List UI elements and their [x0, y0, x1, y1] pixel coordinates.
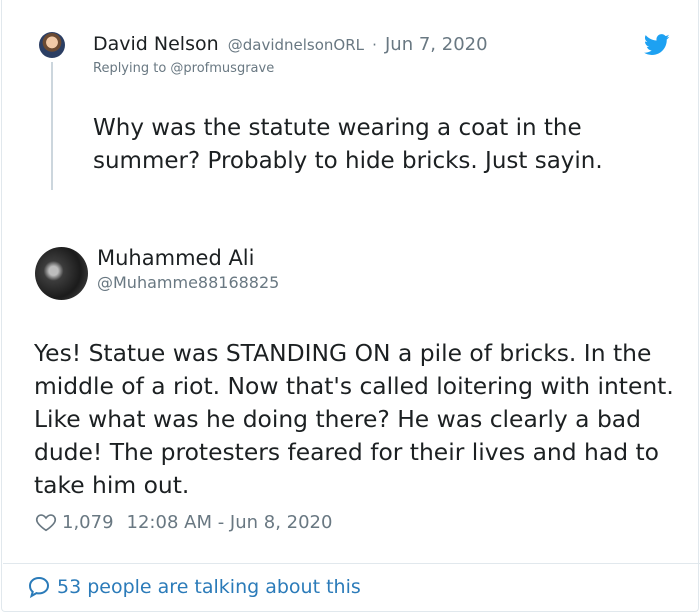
speech-bubble-icon [28, 576, 50, 599]
main-author-avatar[interactable] [35, 247, 88, 300]
parent-author-handle[interactable]: @davidnelsonORL [228, 36, 364, 54]
twitter-bird-icon[interactable] [644, 34, 670, 56]
thread-connector-line [51, 62, 53, 190]
footer-divider [3, 563, 700, 564]
parent-author-name[interactable]: David Nelson [93, 33, 219, 55]
conversation-link[interactable]: 53 people are talking about this [27, 575, 361, 599]
parent-tweet-date[interactable]: Jun 7, 2020 [385, 34, 488, 55]
tweet-timestamp[interactable]: 12:08 AM - Jun 8, 2020 [127, 512, 333, 533]
like-count[interactable]: 1,079 [62, 512, 114, 533]
main-author-name[interactable]: Muhammed Ali [97, 246, 254, 270]
header-separator: · [372, 36, 377, 54]
replying-to-label[interactable]: Replying to @profmusgrave [93, 61, 274, 76]
tweet-meta-row: 1,079 12:08 AM - Jun 8, 2020 [35, 511, 332, 533]
parent-author-avatar[interactable] [39, 32, 65, 58]
parent-tweet-text: Why was the statute wearing a coat in th… [93, 115, 603, 174]
tweet-embed-card: David Nelson @davidnelsonORL · Jun 7, 20… [1, 0, 700, 612]
heart-icon[interactable] [35, 511, 57, 533]
parent-tweet-header: David Nelson @davidnelsonORL · Jun 7, 20… [93, 33, 488, 55]
main-author-handle[interactable]: @Muhamme88168825 [97, 273, 279, 292]
talking-about-text: 53 people are talking about this [57, 576, 361, 598]
main-tweet-text: Yes! Statue was STANDING ON a pile of br… [34, 339, 674, 499]
